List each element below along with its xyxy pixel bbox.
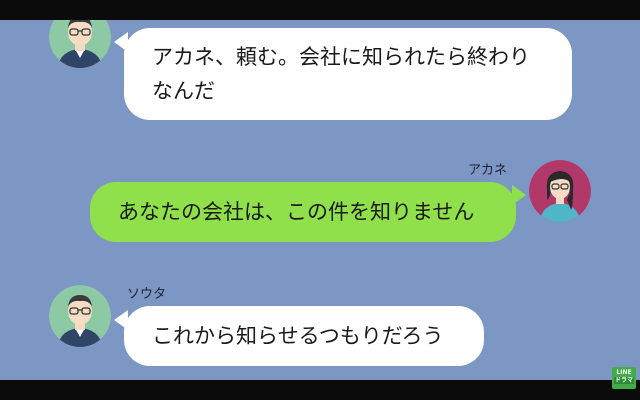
message-text: あなたの会社は、この件を知りません — [118, 200, 475, 224]
logo-text-line2: ドラマ — [614, 377, 634, 384]
man-with-glasses-icon — [49, 285, 111, 347]
sota-avatar-icon[interactable] — [49, 285, 111, 347]
message-text: これから知らせるつもりだろう — [152, 324, 444, 348]
message-bubble-1[interactable]: アカネ、頼む。会社に知られたら終わり なんだ — [124, 28, 572, 120]
man-with-glasses-icon — [49, 20, 111, 68]
letterbox-top — [0, 0, 640, 20]
sender-name-akane: アカネ — [468, 163, 508, 178]
message-bubble-3[interactable]: これから知らせるつもりだろう — [124, 306, 484, 366]
sota-avatar-icon[interactable] — [49, 20, 111, 68]
line-drama-logo: LINE ドラマ — [612, 367, 636, 389]
akane-avatar-icon[interactable] — [529, 160, 591, 222]
letterbox-bottom — [0, 380, 640, 400]
chat-area[interactable]: アカネ、頼む。会社に知られたら終わり なんだ アカネ あなたの会社は、この件を知… — [0, 20, 640, 380]
message-bubble-2[interactable]: あなたの会社は、この件を知りません — [90, 182, 516, 242]
logo-text-line1: LINE — [616, 369, 632, 376]
woman-with-glasses-icon — [529, 160, 591, 222]
message-text-line: なんだ — [152, 79, 215, 103]
sender-name-sota: ソウタ — [127, 287, 167, 302]
message-text-line: アカネ、頼む。会社に知られたら終わり — [152, 45, 530, 69]
